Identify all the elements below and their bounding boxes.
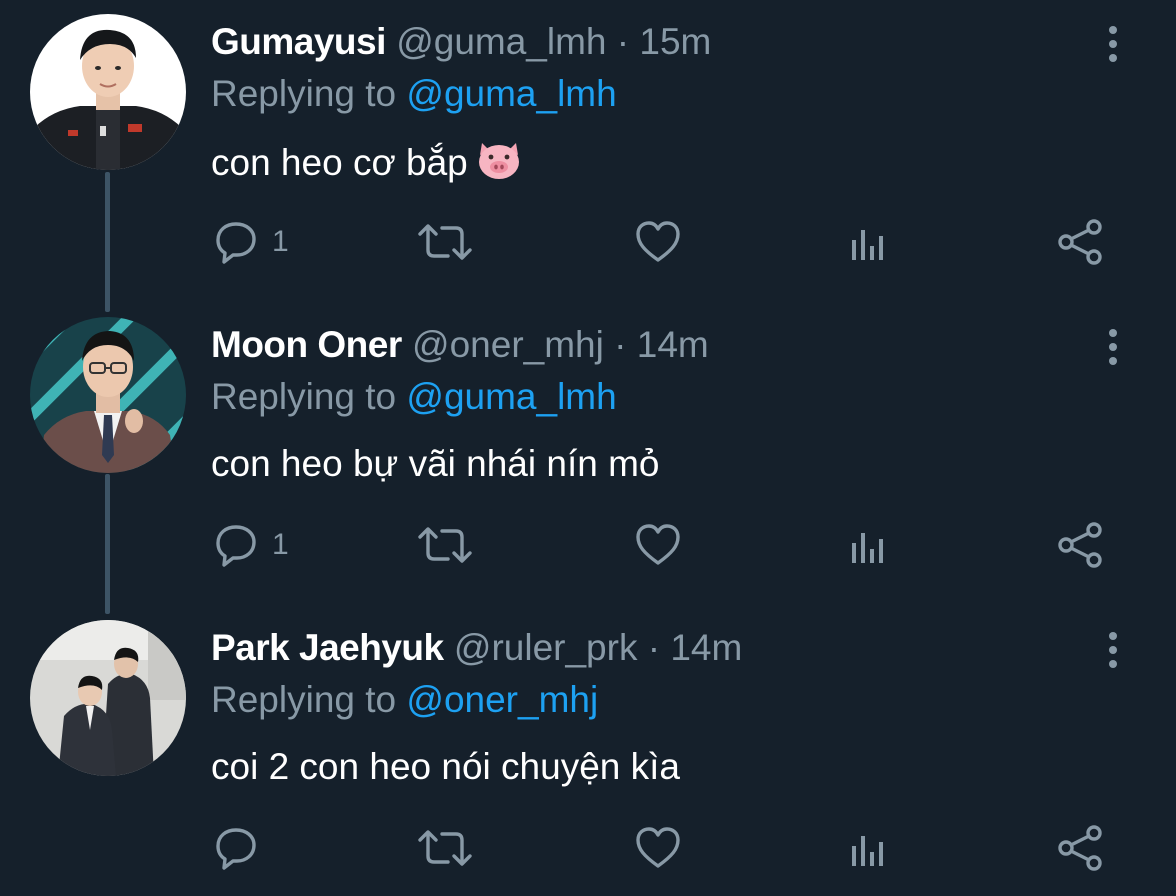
avatar[interactable] bbox=[30, 620, 186, 776]
timestamp[interactable]: 15m bbox=[639, 21, 711, 62]
speech-bubble-icon bbox=[212, 218, 260, 266]
vertical-dots-icon[interactable] bbox=[1098, 325, 1128, 369]
vertical-dots-icon[interactable] bbox=[1098, 628, 1128, 672]
like-button[interactable] bbox=[634, 218, 682, 266]
reply-thread: Gumayusi @guma_lmh · 15m Replying to @gu… bbox=[0, 0, 1176, 896]
tweet-header: Park Jaehyuk @ruler_prk · 14m bbox=[211, 626, 742, 670]
separator: · bbox=[647, 627, 661, 668]
analytics-button[interactable] bbox=[848, 824, 888, 872]
bar-chart-icon bbox=[848, 218, 888, 266]
retweet-button[interactable] bbox=[416, 824, 474, 872]
heart-icon bbox=[634, 824, 682, 872]
display-name[interactable]: Gumayusi bbox=[211, 21, 386, 62]
separator: · bbox=[614, 324, 627, 365]
like-button[interactable] bbox=[634, 824, 682, 872]
tweet-text: con heo cơ bắp bbox=[211, 139, 522, 191]
mention-link[interactable]: @guma_lmh bbox=[406, 376, 616, 417]
mention-link[interactable]: @guma_lmh bbox=[406, 73, 616, 114]
action-bar: 1 bbox=[0, 505, 1176, 585]
replying-to-line: Replying to @guma_lmh bbox=[211, 375, 617, 419]
display-name[interactable]: Park Jaehyuk bbox=[211, 627, 444, 668]
retweet-button[interactable] bbox=[416, 521, 474, 569]
share-button[interactable] bbox=[1056, 521, 1104, 569]
display-name[interactable]: Moon Oner bbox=[211, 324, 402, 365]
retweet-button[interactable] bbox=[416, 218, 474, 266]
handle[interactable]: @ruler_prk bbox=[454, 627, 638, 668]
reply-count: 1 bbox=[272, 225, 289, 258]
replying-to-line: Replying to @guma_lmh bbox=[211, 72, 617, 116]
replying-prefix: Replying to bbox=[211, 73, 397, 114]
avatar[interactable] bbox=[30, 317, 186, 473]
share-nodes-icon bbox=[1056, 521, 1104, 569]
action-bar: 1 bbox=[0, 202, 1176, 282]
replying-prefix: Replying to bbox=[211, 376, 397, 417]
tweet[interactable]: Moon Oner @oner_mhj · 14m Replying to @g… bbox=[0, 303, 1176, 605]
speech-bubble-icon bbox=[212, 824, 260, 872]
handle[interactable]: @oner_mhj bbox=[412, 324, 604, 365]
reply-button[interactable]: 1 bbox=[212, 218, 289, 266]
replying-prefix: Replying to bbox=[211, 679, 397, 720]
retweet-arrows-icon bbox=[416, 218, 474, 266]
timestamp[interactable]: 14m bbox=[637, 324, 709, 365]
like-button[interactable] bbox=[634, 521, 682, 569]
reply-count: 1 bbox=[272, 528, 289, 561]
timestamp[interactable]: 14m bbox=[670, 627, 742, 668]
share-nodes-icon bbox=[1056, 824, 1104, 872]
separator: · bbox=[616, 21, 630, 62]
tweet-text-content: con heo cơ bắp bbox=[211, 142, 468, 183]
bar-chart-icon bbox=[848, 521, 888, 569]
share-button[interactable] bbox=[1056, 824, 1104, 872]
tweet-header: Moon Oner @oner_mhj · 14m bbox=[211, 323, 709, 367]
pig-face-emoji bbox=[476, 139, 522, 191]
tweet-text: con heo bự vãi nhái nín mỏ bbox=[211, 443, 660, 484]
retweet-arrows-icon bbox=[416, 521, 474, 569]
tweet-text: coi 2 con heo nói chuyện kìa bbox=[211, 746, 680, 787]
tweet-header: Gumayusi @guma_lmh · 15m bbox=[211, 20, 711, 64]
share-button[interactable] bbox=[1056, 218, 1104, 266]
vertical-dots-icon[interactable] bbox=[1098, 22, 1128, 66]
avatar[interactable] bbox=[30, 14, 186, 170]
analytics-button[interactable] bbox=[848, 521, 888, 569]
reply-button[interactable]: 1 bbox=[212, 521, 289, 569]
analytics-button[interactable] bbox=[848, 218, 888, 266]
speech-bubble-icon bbox=[212, 521, 260, 569]
heart-icon bbox=[634, 521, 682, 569]
tweet[interactable]: Park Jaehyuk @ruler_prk · 14m Replying t… bbox=[0, 606, 1176, 896]
action-bar bbox=[0, 808, 1176, 888]
replying-to-line: Replying to @oner_mhj bbox=[211, 678, 598, 722]
mention-link[interactable]: @oner_mhj bbox=[406, 679, 598, 720]
reply-button[interactable] bbox=[212, 824, 272, 872]
handle[interactable]: @guma_lmh bbox=[396, 21, 606, 62]
heart-icon bbox=[634, 218, 682, 266]
retweet-arrows-icon bbox=[416, 824, 474, 872]
share-nodes-icon bbox=[1056, 218, 1104, 266]
bar-chart-icon bbox=[848, 824, 888, 872]
tweet[interactable]: Gumayusi @guma_lmh · 15m Replying to @gu… bbox=[0, 0, 1176, 302]
